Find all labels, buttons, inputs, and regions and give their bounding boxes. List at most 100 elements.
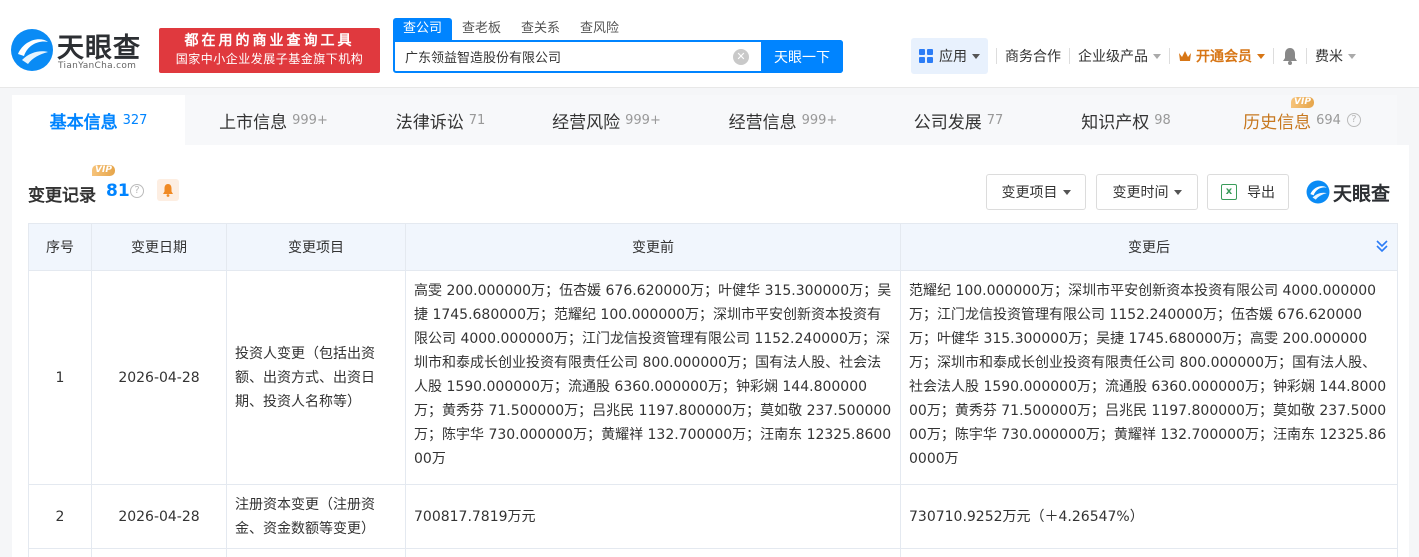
top-header: 天眼查 TianYanCha.com 都在用的商业查询工具 国家中小企业发展子基… <box>0 0 1419 88</box>
tab-count: 71 <box>468 112 486 128</box>
tab-label: 经营信息 <box>728 112 797 133</box>
tianyancha-logo-icon <box>11 29 53 71</box>
tab-label: 法律诉讼 <box>395 112 464 133</box>
user-name: 费米 <box>1315 49 1343 65</box>
cell-empty <box>91 548 227 557</box>
search-type-tabs: 查公司 查老板 查关系 查风险 <box>393 18 629 40</box>
table-header-row: 序号 变更日期 变更项目 变更前 变更后 <box>28 223 1398 271</box>
chevron-down-icon <box>1257 53 1265 59</box>
tab-label: 基本信息 <box>49 112 118 133</box>
cell-date: 2026-04-28 <box>91 484 227 549</box>
monitor-bell-button[interactable] <box>157 179 179 201</box>
tab-count: 999+ <box>625 112 661 128</box>
bell-icon <box>163 184 173 197</box>
watermark-text: 天眼查 <box>1333 182 1391 205</box>
search-input[interactable] <box>395 42 735 71</box>
chevron-down-icon <box>1153 53 1161 59</box>
cell-empty <box>405 548 901 557</box>
enterprise-products-label: 企业级产品 <box>1078 49 1148 65</box>
apps-label: 应用 <box>939 49 967 65</box>
export-button[interactable]: x 导出 <box>1207 174 1289 210</box>
column-header-after: 变更后 <box>900 223 1398 271</box>
filter-change-item-dropdown[interactable]: 变更项目 <box>986 174 1086 210</box>
tab-label: 公司发展 <box>913 112 982 133</box>
tab-legal-litigation[interactable]: 法律诉讼 71 <box>362 95 519 145</box>
section-count: 81 <box>106 181 130 201</box>
search-tab-boss[interactable]: 查老板 <box>452 18 511 40</box>
logo-text: 天眼查 <box>57 33 141 64</box>
notification-bell-icon[interactable] <box>1282 47 1298 65</box>
cell-empty <box>226 548 406 557</box>
table-row: 2 2026-04-28 注册资本变更（注册资金、资金数额等变更） 700817… <box>28 484 1398 549</box>
filter-change-time-label: 变更时间 <box>1112 185 1169 201</box>
tab-intellectual-property[interactable]: 知识产权 98 <box>1045 95 1207 145</box>
tab-label: 经营风险 <box>552 112 621 133</box>
cell-after: 730710.9252万元（＋4.26547%） <box>900 484 1398 549</box>
cell-index: 2 <box>28 484 92 549</box>
column-header-date: 变更日期 <box>91 223 227 271</box>
table-row: 1 2026-04-28 投资人变更（包括出资额、出资方式、出资日期、投资人名称… <box>28 270 1398 485</box>
search-tab-company[interactable]: 查公司 <box>393 18 453 40</box>
business-cooperation-link[interactable]: 商务合作 <box>1005 46 1061 66</box>
user-menu[interactable]: 费米 <box>1315 46 1356 66</box>
tianyancha-logo-icon <box>1306 180 1330 204</box>
change-records-table: 序号 变更日期 变更项目 变更前 变更后 1 2026-04-28 投资人变更（… <box>28 223 1398 557</box>
filter-change-item-label: 变更项目 <box>1001 185 1058 201</box>
filter-change-time-dropdown[interactable]: 变更时间 <box>1096 174 1198 210</box>
tab-basic-info[interactable]: 基本信息 327 <box>12 95 185 145</box>
cell-empty <box>900 548 1398 557</box>
top-nav: 应用 商务合作 企业级产品 开通会员 费米 <box>911 38 1356 74</box>
help-icon[interactable]: ? <box>1346 113 1361 127</box>
cell-before: 高雯 200.000000万；伍杏媛 676.620000万；叶健华 315.3… <box>405 270 901 485</box>
main-tabs: 基本信息 327 上市信息 999+ 法律诉讼 71 经营风险 999+ 经营信… <box>12 95 1397 145</box>
crown-icon <box>1179 51 1191 61</box>
tab-count: 327 <box>122 112 148 128</box>
export-label: 导出 <box>1247 185 1275 201</box>
search-button[interactable]: 天眼一下 <box>761 40 843 73</box>
logo[interactable]: 天眼查 TianYanCha.com <box>10 26 152 74</box>
divider <box>996 48 997 64</box>
tab-business-info[interactable]: 经营信息 999+ <box>694 95 872 145</box>
search-tab-relation[interactable]: 查关系 <box>511 18 570 40</box>
column-header-before: 变更前 <box>405 223 901 271</box>
column-header-index: 序号 <box>28 223 92 271</box>
help-icon[interactable]: ? <box>130 184 144 198</box>
tab-listing-info[interactable]: 上市信息 999+ <box>185 95 362 145</box>
tianyancha-watermark: 天眼查 <box>1306 179 1390 205</box>
tab-count: 999+ <box>801 112 838 128</box>
chevron-down-icon <box>1173 189 1182 195</box>
cell-empty <box>28 548 92 557</box>
search-tab-risk[interactable]: 查风险 <box>570 18 629 40</box>
double-chevron-down-icon[interactable] <box>1375 239 1389 253</box>
tab-count: 77 <box>986 112 1004 128</box>
enterprise-products-menu[interactable]: 企业级产品 <box>1078 46 1161 66</box>
tab-business-risk[interactable]: 经营风险 999+ <box>519 95 694 145</box>
tab-label: 历史信息 <box>1243 112 1312 133</box>
tab-label: 上市信息 <box>219 112 288 133</box>
chevron-down-icon <box>972 53 980 59</box>
vip-badge: VIP <box>92 165 115 176</box>
column-header-item: 变更项目 <box>226 223 406 271</box>
logo-domain: TianYanCha.com <box>58 61 137 71</box>
tab-company-development[interactable]: 公司发展 77 <box>872 95 1045 145</box>
open-vip-menu[interactable]: 开通会员 <box>1178 46 1265 66</box>
chevron-down-icon <box>1062 189 1071 195</box>
excel-icon: x <box>1221 184 1237 200</box>
search-box: ✕ 天眼一下 <box>393 40 843 73</box>
section-title: 变更记录 <box>28 186 96 206</box>
tab-label: 知识产权 <box>1081 112 1150 133</box>
cell-date: 2026-04-28 <box>91 270 227 485</box>
tab-count: 694 <box>1316 112 1341 128</box>
open-vip-label: 开通会员 <box>1196 49 1252 65</box>
divider <box>1273 48 1274 64</box>
apps-menu-button[interactable]: 应用 <box>911 38 988 74</box>
chevron-down-icon <box>1348 53 1356 59</box>
slogan-line-1: 都在用的商业查询工具 <box>184 33 355 49</box>
vip-badge: VIP <box>1291 97 1314 108</box>
cell-before: 700817.7819万元 <box>405 484 901 549</box>
clear-icon[interactable]: ✕ <box>733 49 749 65</box>
table-row <box>28 548 1398 557</box>
slogan-banner[interactable]: 都在用的商业查询工具 国家中小企业发展子基金旗下机构 <box>159 28 380 73</box>
cell-item: 注册资本变更（注册资金、资金数额等变更） <box>226 484 406 549</box>
tab-history-info[interactable]: VIP 历史信息 694 ? <box>1207 95 1397 145</box>
